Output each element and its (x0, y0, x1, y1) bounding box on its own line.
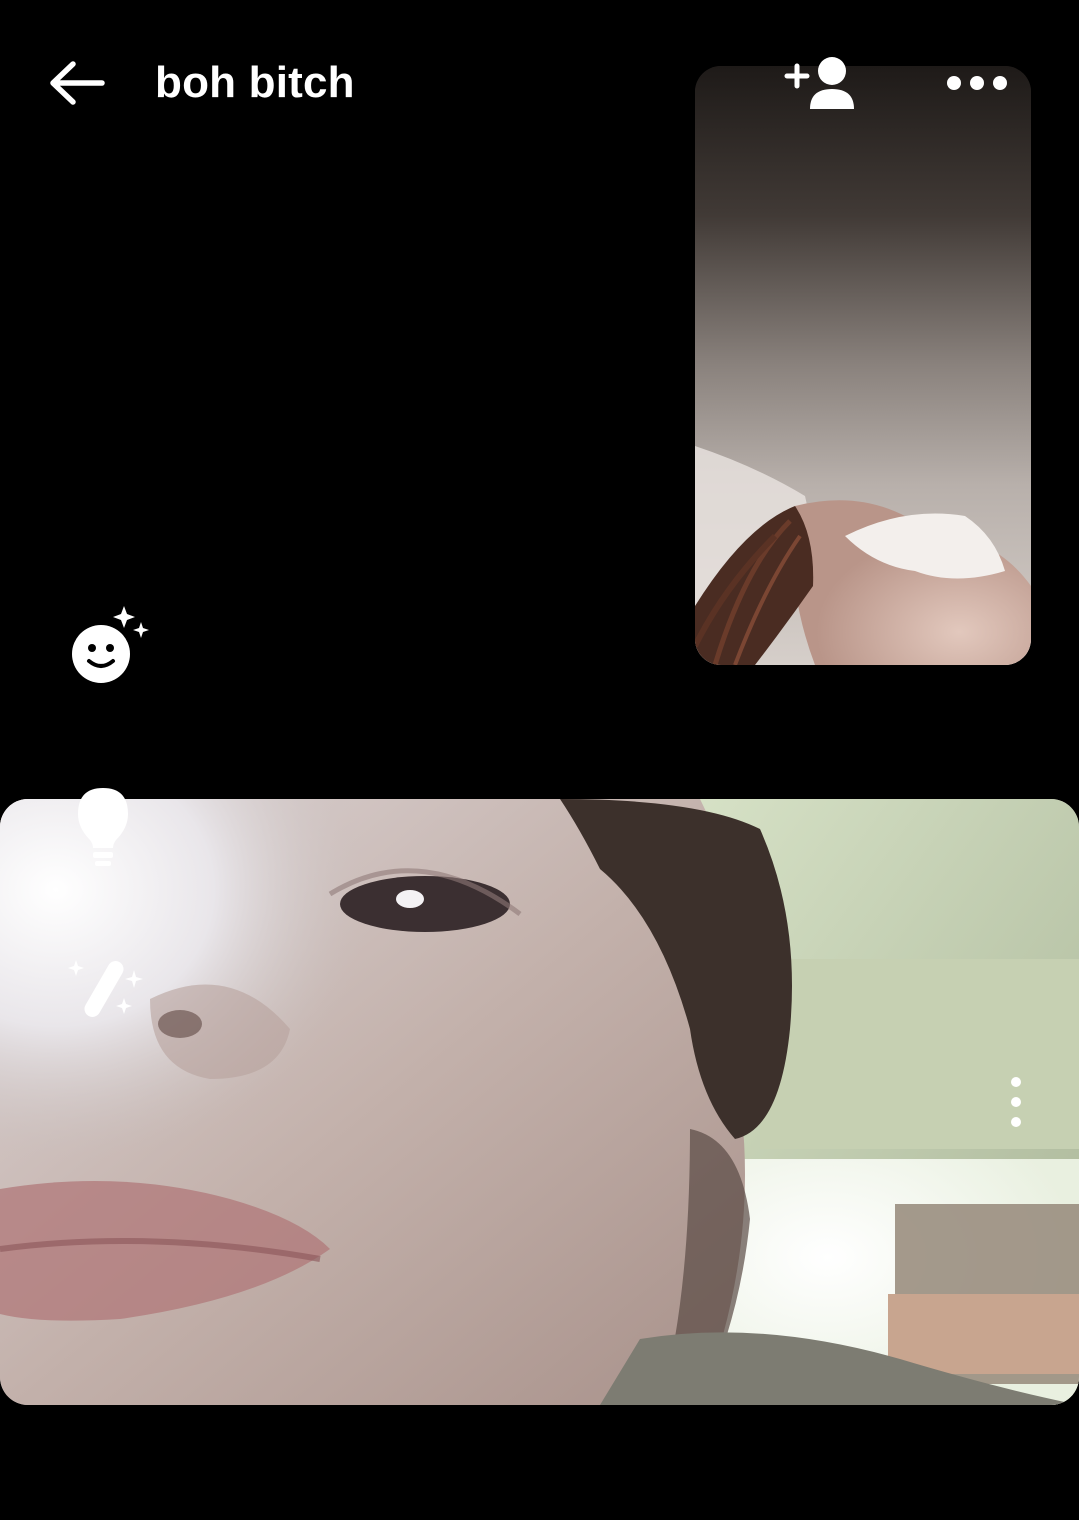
add-person-icon (784, 57, 854, 109)
more-horizontal-icon (947, 76, 1007, 90)
filters-button[interactable] (62, 948, 152, 1038)
remote-video-feed (695, 66, 1031, 665)
local-video-tile[interactable] (0, 799, 1079, 1405)
video-tile-options-button[interactable] (996, 1072, 1036, 1132)
back-button[interactable] (40, 50, 112, 116)
lightbulb-icon (78, 788, 128, 866)
video-call-screen: boh bitch (0, 0, 1079, 1520)
more-options-button[interactable] (937, 60, 1017, 106)
remote-video-tile[interactable] (695, 66, 1031, 665)
effects-button[interactable] (62, 602, 152, 692)
more-vertical-icon (1011, 1077, 1021, 1127)
back-arrow-icon (50, 61, 105, 105)
magic-wand-icon (68, 960, 143, 1017)
add-person-button[interactable] (778, 48, 864, 118)
local-video-feed (0, 799, 1079, 1405)
call-contact-name: boh bitch (155, 58, 355, 107)
smiley-sparkle-icon (72, 606, 149, 683)
lighting-button[interactable] (58, 782, 148, 872)
